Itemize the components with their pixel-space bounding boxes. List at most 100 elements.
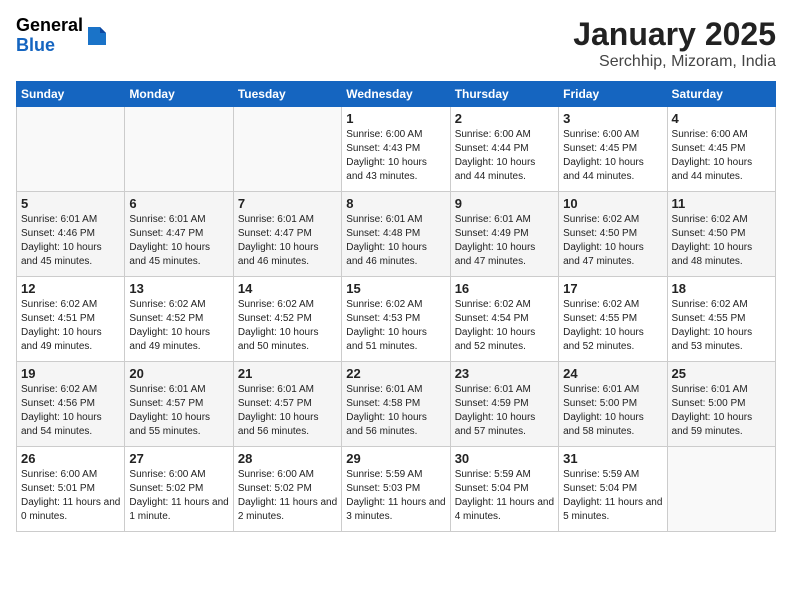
col-header-tuesday: Tuesday: [233, 82, 341, 107]
title-block: January 2025 Serchhip, Mizoram, India: [573, 16, 776, 71]
day-info: Sunrise: 6:00 AM Sunset: 4:45 PM Dayligh…: [672, 128, 771, 184]
page-header: General Blue January 2025 Serchhip, Mizo…: [16, 16, 776, 71]
day-number: 25: [672, 366, 771, 381]
day-number: 8: [346, 196, 445, 211]
day-info: Sunrise: 6:01 AM Sunset: 5:00 PM Dayligh…: [563, 383, 662, 439]
calendar-cell: [17, 107, 125, 192]
day-info: Sunrise: 6:01 AM Sunset: 4:47 PM Dayligh…: [129, 213, 228, 269]
day-number: 16: [455, 281, 554, 296]
calendar-cell: 8 Sunrise: 6:01 AM Sunset: 4:48 PM Daylig…: [342, 192, 450, 277]
day-info: Sunrise: 6:01 AM Sunset: 4:48 PM Dayligh…: [346, 213, 445, 269]
location: Serchhip, Mizoram, India: [573, 53, 776, 71]
day-info: Sunrise: 6:00 AM Sunset: 5:02 PM Dayligh…: [238, 468, 337, 524]
calendar-cell: 29 Sunrise: 5:59 AM Sunset: 5:03 PM Dayli…: [342, 447, 450, 532]
day-number: 15: [346, 281, 445, 296]
col-header-thursday: Thursday: [450, 82, 558, 107]
calendar-cell: 4Sunrise: 6:00 AM Sunset: 4:45 PM Daylig…: [667, 107, 775, 192]
calendar-cell: 25 Sunrise: 6:01 AM Sunset: 5:00 PM Dayli…: [667, 362, 775, 447]
calendar-cell: 31Sunrise: 5:59 AM Sunset: 5:04 PM Dayli…: [559, 447, 667, 532]
logo-blue: Blue: [16, 36, 83, 56]
day-number: 30: [455, 451, 554, 466]
logo-general: General: [16, 16, 83, 36]
calendar-week-1: 1 Sunrise: 6:00 AM Sunset: 4:43 PM Daylig…: [17, 107, 776, 192]
col-header-wednesday: Wednesday: [342, 82, 450, 107]
day-number: 19: [21, 366, 120, 381]
calendar-cell: 21 Sunrise: 6:01 AM Sunset: 4:57 PM Dayli…: [233, 362, 341, 447]
day-number: 20: [129, 366, 228, 381]
calendar-table: SundayMondayTuesdayWednesdayThursdayFrid…: [16, 81, 776, 532]
day-info: Sunrise: 6:02 AM Sunset: 4:50 PM Dayligh…: [672, 213, 771, 269]
col-header-monday: Monday: [125, 82, 233, 107]
calendar-cell: 16 Sunrise: 6:02 AM Sunset: 4:54 PM Dayli…: [450, 277, 558, 362]
calendar-cell: 28 Sunrise: 6:00 AM Sunset: 5:02 PM Dayli…: [233, 447, 341, 532]
calendar-week-4: 19 Sunrise: 6:02 AM Sunset: 4:56 PM Dayli…: [17, 362, 776, 447]
col-header-friday: Friday: [559, 82, 667, 107]
day-number: 18: [672, 281, 771, 296]
day-number: 17: [563, 281, 662, 296]
calendar-cell: 17 Sunrise: 6:02 AM Sunset: 4:55 PM Dayli…: [559, 277, 667, 362]
calendar-cell: 2Sunrise: 6:00 AM Sunset: 4:44 PM Daylig…: [450, 107, 558, 192]
calendar-cell: 20 Sunrise: 6:01 AM Sunset: 4:57 PM Dayli…: [125, 362, 233, 447]
calendar-cell: [667, 447, 775, 532]
day-number: 13: [129, 281, 228, 296]
calendar-cell: 22Sunrise: 6:01 AM Sunset: 4:58 PM Dayli…: [342, 362, 450, 447]
day-info: Sunrise: 6:01 AM Sunset: 4:59 PM Dayligh…: [455, 383, 554, 439]
day-number: 21: [238, 366, 337, 381]
calendar-cell: 30Sunrise: 5:59 AM Sunset: 5:04 PM Dayli…: [450, 447, 558, 532]
day-info: Sunrise: 6:01 AM Sunset: 4:58 PM Dayligh…: [346, 383, 445, 439]
day-number: 24: [563, 366, 662, 381]
calendar-cell: 27Sunrise: 6:00 AM Sunset: 5:02 PM Dayli…: [125, 447, 233, 532]
logo: General Blue: [16, 16, 108, 56]
calendar-header: SundayMondayTuesdayWednesdayThursdayFrid…: [17, 82, 776, 107]
day-info: Sunrise: 6:00 AM Sunset: 4:45 PM Dayligh…: [563, 128, 662, 184]
calendar-week-2: 5 Sunrise: 6:01 AM Sunset: 4:46 PM Daylig…: [17, 192, 776, 277]
day-info: Sunrise: 6:02 AM Sunset: 4:50 PM Dayligh…: [563, 213, 662, 269]
calendar-cell: 18 Sunrise: 6:02 AM Sunset: 4:55 PM Dayli…: [667, 277, 775, 362]
calendar-cell: 10 Sunrise: 6:02 AM Sunset: 4:50 PM Dayli…: [559, 192, 667, 277]
day-info: Sunrise: 6:02 AM Sunset: 4:51 PM Dayligh…: [21, 298, 120, 354]
day-number: 23: [455, 366, 554, 381]
logo-text: General Blue: [16, 16, 83, 56]
day-info: Sunrise: 6:00 AM Sunset: 4:43 PM Dayligh…: [346, 128, 445, 184]
day-info: Sunrise: 5:59 AM Sunset: 5:03 PM Dayligh…: [346, 468, 445, 524]
day-info: Sunrise: 6:01 AM Sunset: 4:46 PM Dayligh…: [21, 213, 120, 269]
calendar-week-5: 26Sunrise: 6:00 AM Sunset: 5:01 PM Dayli…: [17, 447, 776, 532]
calendar-cell: 23 Sunrise: 6:01 AM Sunset: 4:59 PM Dayli…: [450, 362, 558, 447]
day-info: Sunrise: 6:02 AM Sunset: 4:54 PM Dayligh…: [455, 298, 554, 354]
day-number: 9: [455, 196, 554, 211]
day-info: Sunrise: 6:01 AM Sunset: 4:49 PM Dayligh…: [455, 213, 554, 269]
day-info: Sunrise: 6:01 AM Sunset: 4:57 PM Dayligh…: [238, 383, 337, 439]
day-info: Sunrise: 6:01 AM Sunset: 4:57 PM Dayligh…: [129, 383, 228, 439]
day-info: Sunrise: 6:02 AM Sunset: 4:55 PM Dayligh…: [563, 298, 662, 354]
calendar-cell: 19 Sunrise: 6:02 AM Sunset: 4:56 PM Dayli…: [17, 362, 125, 447]
calendar-cell: 7Sunrise: 6:01 AM Sunset: 4:47 PM Daylig…: [233, 192, 341, 277]
day-info: Sunrise: 6:02 AM Sunset: 4:55 PM Dayligh…: [672, 298, 771, 354]
day-number: 12: [21, 281, 120, 296]
day-info: Sunrise: 6:02 AM Sunset: 4:53 PM Dayligh…: [346, 298, 445, 354]
calendar-cell: 3Sunrise: 6:00 AM Sunset: 4:45 PM Daylig…: [559, 107, 667, 192]
day-number: 6: [129, 196, 228, 211]
col-header-saturday: Saturday: [667, 82, 775, 107]
calendar-cell: 26Sunrise: 6:00 AM Sunset: 5:01 PM Dayli…: [17, 447, 125, 532]
day-number: 11: [672, 196, 771, 211]
day-info: Sunrise: 6:00 AM Sunset: 5:01 PM Dayligh…: [21, 468, 120, 524]
calendar-cell: 11 Sunrise: 6:02 AM Sunset: 4:50 PM Dayli…: [667, 192, 775, 277]
day-number: 1: [346, 111, 445, 126]
day-info: Sunrise: 6:01 AM Sunset: 4:47 PM Dayligh…: [238, 213, 337, 269]
day-number: 27: [129, 451, 228, 466]
day-info: Sunrise: 6:02 AM Sunset: 4:56 PM Dayligh…: [21, 383, 120, 439]
day-info: Sunrise: 6:01 AM Sunset: 5:00 PM Dayligh…: [672, 383, 771, 439]
day-info: Sunrise: 6:02 AM Sunset: 4:52 PM Dayligh…: [129, 298, 228, 354]
calendar-cell: 6 Sunrise: 6:01 AM Sunset: 4:47 PM Daylig…: [125, 192, 233, 277]
day-number: 29: [346, 451, 445, 466]
calendar-week-3: 12 Sunrise: 6:02 AM Sunset: 4:51 PM Dayli…: [17, 277, 776, 362]
day-number: 10: [563, 196, 662, 211]
calendar-cell: 13 Sunrise: 6:02 AM Sunset: 4:52 PM Dayli…: [125, 277, 233, 362]
calendar-cell: 14Sunrise: 6:02 AM Sunset: 4:52 PM Dayli…: [233, 277, 341, 362]
day-number: 5: [21, 196, 120, 211]
calendar-cell: 9 Sunrise: 6:01 AM Sunset: 4:49 PM Daylig…: [450, 192, 558, 277]
calendar-cell: [125, 107, 233, 192]
calendar-cell: 15 Sunrise: 6:02 AM Sunset: 4:53 PM Dayli…: [342, 277, 450, 362]
day-number: 31: [563, 451, 662, 466]
day-number: 28: [238, 451, 337, 466]
